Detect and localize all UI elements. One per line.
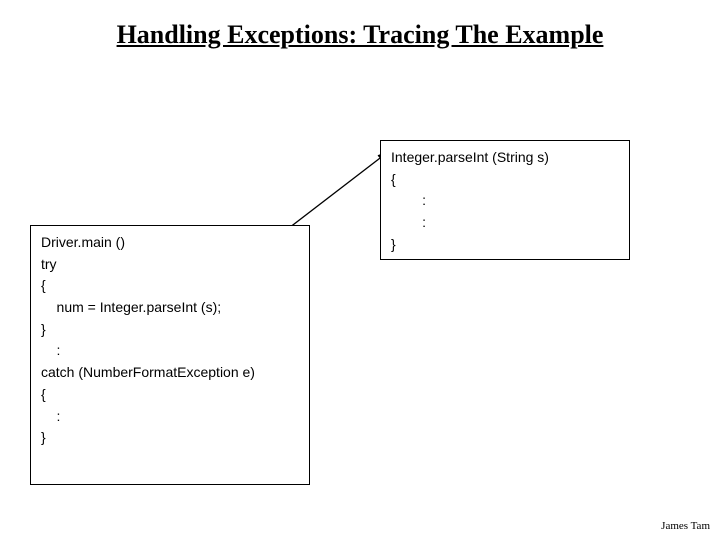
try-brace-open: { <box>41 275 299 297</box>
catch-brace-open: { <box>41 384 299 406</box>
ellipsis-2: : <box>41 406 299 428</box>
callee-signature: Integer.parseInt (String s) <box>391 147 619 169</box>
callee-body-1: : <box>391 190 619 212</box>
footer-credit: James Tam <box>661 520 710 532</box>
catch-brace-close: } <box>41 427 299 449</box>
ellipsis-1: : <box>41 340 299 362</box>
try-keyword: try <box>41 254 299 276</box>
callee-brace-open: { <box>391 169 619 191</box>
try-body-call: num = Integer.parseInt (s); <box>41 297 299 319</box>
page-title: Handling Exceptions: Tracing The Example <box>0 20 720 50</box>
callee-box: Integer.parseInt (String s) { : : } <box>380 140 630 260</box>
caller-signature: Driver.main () <box>41 232 299 254</box>
caller-box: Driver.main () try { num = Integer.parse… <box>30 225 310 485</box>
callee-brace-close: } <box>391 234 619 256</box>
callee-body-2: : <box>391 212 619 234</box>
catch-clause: catch (NumberFormatException e) <box>41 362 299 384</box>
try-brace-close: } <box>41 319 299 341</box>
